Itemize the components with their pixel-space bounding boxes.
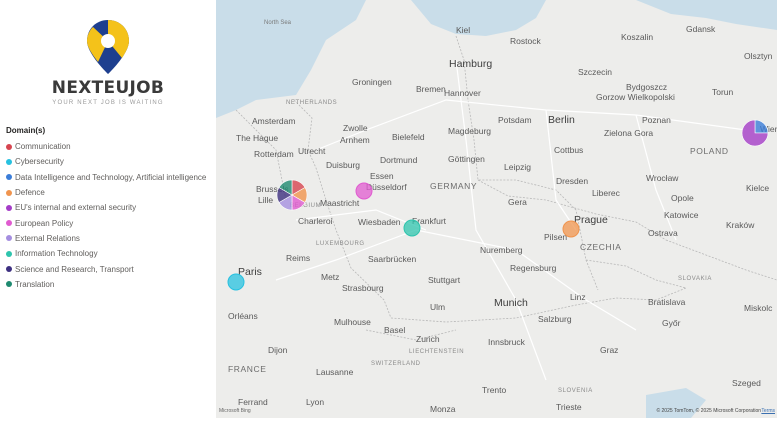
- pie-slice[interactable]: [562, 220, 580, 238]
- pie-slice[interactable]: [355, 182, 373, 200]
- legend-color-dot-icon: [6, 143, 12, 150]
- map-terms-link[interactable]: Terms: [761, 408, 775, 414]
- brand-name: NEXTEUJOB: [51, 78, 165, 98]
- legend-item[interactable]: EU's internal and external security: [6, 200, 216, 215]
- pie-bubble[interactable]: [403, 219, 421, 237]
- legend-item[interactable]: Information Technology: [6, 246, 216, 261]
- legend-item-label: Communication: [15, 142, 71, 152]
- pie-bubble[interactable]: [562, 220, 580, 238]
- legend-item-label: Defence: [15, 188, 45, 198]
- map-provider-logo: Microsoft Bing: [219, 408, 251, 414]
- legend-item-label: Science and Research, Transport: [15, 264, 134, 274]
- pie-bubble[interactable]: [741, 119, 769, 147]
- pie-bubble[interactable]: [227, 273, 245, 291]
- legend-item[interactable]: Science and Research, Transport: [6, 261, 216, 276]
- brand-logo: NEXTEUJOB YOUR NEXT JOB IS WAITING: [0, 18, 216, 106]
- map-attribution: © 2025 TomTom, © 2025 Microsoft Corporat…: [656, 408, 761, 414]
- pie-slice[interactable]: [403, 219, 421, 237]
- legend-item-label: External Relations: [15, 233, 80, 243]
- legend-item-label: Cybersecurity: [15, 157, 64, 167]
- domain-legend: Domain(s) Communication Cybersecurity Data…: [6, 126, 216, 292]
- map-pin-logo-icon: [87, 20, 129, 74]
- pie-bubble[interactable]: [276, 179, 308, 211]
- legend-item[interactable]: Cybersecurity: [6, 154, 216, 169]
- brand-tagline: YOUR NEXT JOB IS WAITING: [52, 100, 164, 106]
- pie-slice[interactable]: [227, 273, 245, 291]
- legend-color-dot-icon: [6, 174, 12, 181]
- legend-item-label: Data Intelligence and Technology, Artifi…: [15, 172, 207, 182]
- legend-item[interactable]: Communication: [6, 139, 216, 154]
- legend-color-dot-icon: [6, 189, 12, 196]
- legend-color-dot-icon: [6, 220, 12, 227]
- legend-item[interactable]: European Policy: [6, 215, 216, 230]
- pie-bubble[interactable]: [355, 182, 373, 200]
- legend-color-dot-icon: [6, 158, 12, 165]
- pie-slice[interactable]: [754, 119, 769, 134]
- legend-color-dot-icon: [6, 250, 12, 257]
- legend-item[interactable]: Translation: [6, 277, 216, 292]
- legend-color-dot-icon: [6, 281, 12, 288]
- legend-color-dot-icon: [6, 204, 12, 211]
- legend-title: Domain(s): [6, 126, 46, 135]
- legend-item-label: EU's internal and external security: [15, 203, 137, 213]
- legend-item[interactable]: Data Intelligence and Technology, Artifi…: [6, 170, 216, 185]
- map-visual[interactable]: GERMANY POLAND CZECHIA FRANCE SLOVAKIA SWITZE…: [216, 0, 777, 418]
- report-sidebar: NEXTEUJOB YOUR NEXT JOB IS WAITING Domai…: [0, 0, 216, 421]
- legend-color-dot-icon: [6, 266, 12, 273]
- legend-item-label: European Policy: [15, 218, 74, 228]
- bubble-layer: [227, 119, 769, 291]
- legend-color-dot-icon: [6, 235, 12, 242]
- legend-item[interactable]: External Relations: [6, 231, 216, 246]
- legend-item-label: Translation: [15, 279, 55, 289]
- legend-item-label: Information Technology: [15, 249, 98, 259]
- legend-item[interactable]: Defence: [6, 185, 216, 200]
